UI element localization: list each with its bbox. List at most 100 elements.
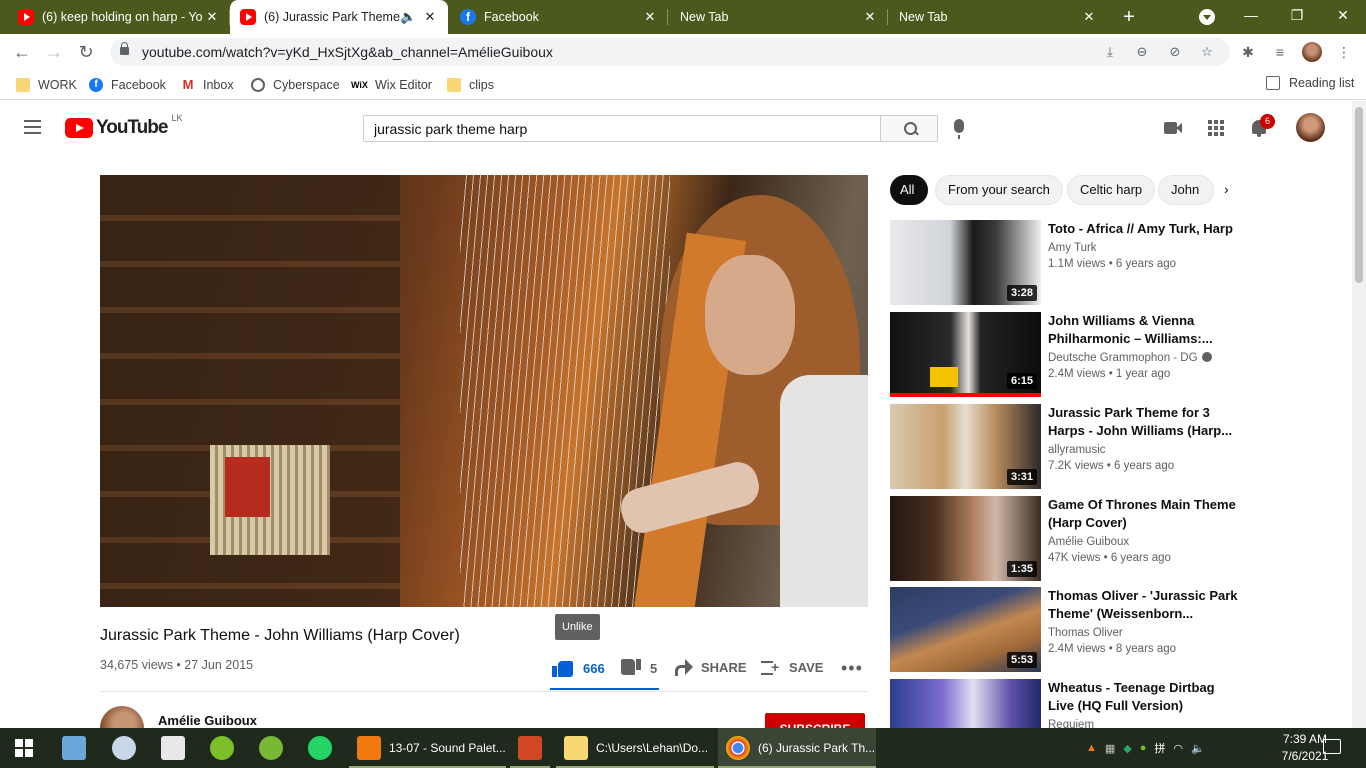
extensions-icon[interactable]: ✱ bbox=[1238, 42, 1258, 62]
video-thumbnail[interactable] bbox=[890, 679, 1041, 728]
video-thumbnail[interactable]: 6:15 bbox=[890, 312, 1041, 397]
tab-close-icon[interactable]: ✕ bbox=[1081, 9, 1097, 25]
related-video[interactable]: 1:35 Game Of Thrones Main Theme (Harp Co… bbox=[890, 496, 1240, 581]
related-channel[interactable]: Amélie Guiboux bbox=[1048, 536, 1129, 548]
related-title[interactable]: Wheatus - Teenage Dirtbag Live (HQ Full … bbox=[1048, 679, 1238, 715]
security-icon[interactable]: ◆ bbox=[1123, 742, 1131, 755]
taskbar-pinned-whatsapp[interactable] bbox=[302, 728, 338, 768]
dislike-button[interactable]: 5 bbox=[621, 659, 657, 677]
related-title[interactable]: Toto - Africa // Amy Turk, Harp bbox=[1048, 220, 1238, 238]
browser-profile-avatar[interactable] bbox=[1302, 42, 1322, 62]
video-thumbnail[interactable]: 1:35 bbox=[890, 496, 1041, 581]
start-button[interactable] bbox=[0, 728, 48, 768]
related-title[interactable]: Game Of Thrones Main Theme (Harp Cover) bbox=[1048, 496, 1238, 532]
chip-john[interactable]: John bbox=[1158, 175, 1214, 205]
youtube-logo[interactable]: YouTube LK bbox=[65, 113, 182, 139]
taskbar-pinned-this-pc[interactable] bbox=[56, 728, 92, 768]
related-title[interactable]: John Williams & Vienna Philharmonic – Wi… bbox=[1048, 312, 1238, 348]
wifi-icon[interactable]: ◠ bbox=[1173, 742, 1183, 755]
search-button[interactable] bbox=[880, 115, 938, 142]
chevron-right-icon[interactable]: › bbox=[1224, 181, 1229, 197]
share-button[interactable]: SHARE bbox=[675, 659, 747, 676]
chip-all[interactable]: All bbox=[890, 175, 928, 205]
like-button[interactable]: 666 bbox=[552, 659, 605, 677]
media-control-icon[interactable]: ≡ bbox=[1270, 42, 1290, 62]
related-video[interactable]: 3:28 Toto - Africa // Amy Turk, Harp Amy… bbox=[890, 220, 1240, 305]
bookmark-star-icon[interactable]: ☆ bbox=[1199, 44, 1215, 60]
taskbar-pinned-utorrent[interactable] bbox=[253, 728, 289, 768]
chip-celtic-harp[interactable]: Celtic harp bbox=[1067, 175, 1156, 205]
tab-close-icon[interactable]: ✕ bbox=[422, 9, 438, 25]
related-title[interactable]: Thomas Oliver - 'Jurassic Park Theme' (W… bbox=[1048, 587, 1238, 623]
reading-list-button[interactable]: Reading list bbox=[1266, 76, 1354, 90]
create-video-icon[interactable] bbox=[1163, 118, 1183, 138]
install-icon[interactable]: ⤓ bbox=[1102, 44, 1118, 60]
tab-facebook[interactable]: f Facebook ✕ bbox=[450, 0, 668, 34]
search-field[interactable] bbox=[363, 115, 881, 142]
input-method-icon[interactable]: 拼 bbox=[1154, 740, 1165, 756]
vlc-tray-icon[interactable]: ▲ bbox=[1086, 742, 1097, 754]
taskbar-pinned-calculator[interactable] bbox=[155, 728, 191, 768]
related-channel[interactable]: Deutsche Grammophon - DG bbox=[1048, 352, 1212, 364]
related-channel[interactable]: Thomas Oliver bbox=[1048, 627, 1123, 639]
back-icon[interactable]: ← bbox=[10, 40, 34, 64]
reload-icon[interactable]: ↻ bbox=[74, 40, 98, 64]
video-thumbnail[interactable]: 5:53 bbox=[890, 587, 1041, 672]
forward-icon[interactable]: → bbox=[42, 40, 66, 64]
save-button[interactable]: SAVE bbox=[761, 659, 823, 675]
more-actions-icon[interactable]: ••• bbox=[841, 658, 863, 679]
restore-icon[interactable]: ❐ bbox=[1274, 0, 1320, 30]
tab-close-icon[interactable]: ✕ bbox=[204, 9, 220, 25]
chip-from-your-search[interactable]: From your search bbox=[935, 175, 1063, 205]
related-channel[interactable]: allyramusic bbox=[1048, 444, 1106, 456]
channel-name[interactable]: Amélie Guiboux bbox=[158, 713, 257, 728]
eye-off-icon[interactable]: ⊘ bbox=[1167, 44, 1183, 60]
taskbar-powerpoint[interactable] bbox=[510, 728, 550, 768]
related-channel[interactable]: Amy Turk bbox=[1048, 242, 1097, 254]
related-video[interactable]: 6:15 John Williams & Vienna Philharmonic… bbox=[890, 312, 1240, 397]
tab-jurassic-park[interactable]: (6) Jurassic Park Theme - 🔈 ✕ bbox=[230, 0, 448, 34]
volume-icon[interactable]: 🔈 bbox=[1191, 742, 1205, 755]
utorrent-tray-icon[interactable]: ● bbox=[1140, 742, 1147, 754]
taskbar-chrome[interactable]: (6) Jurassic Park Th... bbox=[718, 728, 876, 768]
bookmark-inbox[interactable]: M Inbox bbox=[181, 76, 234, 94]
video-player[interactable] bbox=[100, 175, 868, 607]
new-tab-button[interactable]: + bbox=[1118, 6, 1140, 28]
related-title[interactable]: Jurassic Park Theme for 3 Harps - John W… bbox=[1048, 404, 1238, 440]
taskbar-pinned-app-green[interactable] bbox=[204, 728, 240, 768]
browser-menu-icon[interactable]: ⋮ bbox=[1334, 42, 1354, 62]
speaker-icon[interactable]: 🔈 bbox=[400, 9, 416, 25]
tab-new-tab-1[interactable]: New Tab ✕ bbox=[670, 0, 888, 34]
apps-grid-icon[interactable] bbox=[1206, 118, 1226, 138]
video-thumbnail[interactable]: 3:31 bbox=[890, 404, 1041, 489]
taskbar-file-explorer[interactable]: C:\Users\Lehan\Do... bbox=[556, 728, 714, 768]
microphone-icon[interactable] bbox=[954, 119, 964, 139]
bookmark-facebook[interactable]: f Facebook bbox=[89, 76, 166, 94]
action-center-icon[interactable] bbox=[1323, 739, 1341, 754]
page-scrollbar[interactable] bbox=[1352, 101, 1366, 728]
related-video[interactable]: Wheatus - Teenage Dirtbag Live (HQ Full … bbox=[890, 679, 1240, 728]
lock-icon[interactable] bbox=[120, 42, 129, 55]
tab-new-tab-2[interactable]: New Tab ✕ bbox=[889, 0, 1107, 34]
tab-search-icon[interactable] bbox=[1199, 9, 1215, 25]
bookmark-clips[interactable]: clips bbox=[447, 76, 494, 94]
taskbar-pinned-paint[interactable] bbox=[106, 728, 142, 768]
tab-close-icon[interactable]: ✕ bbox=[642, 9, 658, 25]
tab-keep-holding-on[interactable]: (6) keep holding on harp - Yo ✕ bbox=[8, 0, 230, 34]
url-text[interactable]: youtube.com/watch?v=yKd_HxSjtXg&ab_chann… bbox=[142, 44, 553, 60]
tray-app-icon[interactable]: ▦ bbox=[1105, 742, 1115, 755]
address-bar[interactable]: youtube.com/watch?v=yKd_HxSjtXg&ab_chann… bbox=[110, 38, 1230, 66]
search-input[interactable] bbox=[364, 116, 880, 141]
taskbar-vlc[interactable]: 13-07 - Sound Palet... bbox=[349, 728, 506, 768]
related-video[interactable]: 5:53 Thomas Oliver - 'Jurassic Park Them… bbox=[890, 587, 1240, 672]
related-channel[interactable]: Requiem bbox=[1048, 719, 1094, 728]
close-window-icon[interactable]: ✕ bbox=[1320, 0, 1366, 30]
bookmark-wix-editor[interactable]: WiX Wix Editor bbox=[351, 76, 432, 94]
video-thumbnail[interactable]: 3:28 bbox=[890, 220, 1041, 305]
tab-close-icon[interactable]: ✕ bbox=[862, 9, 878, 25]
scrollbar-thumb[interactable] bbox=[1355, 107, 1363, 283]
bookmark-cyberspace[interactable]: Cyberspace bbox=[251, 76, 340, 94]
related-video[interactable]: 3:31 Jurassic Park Theme for 3 Harps - J… bbox=[890, 404, 1240, 489]
zoom-icon[interactable]: ⊖ bbox=[1134, 44, 1150, 60]
hamburger-menu-icon[interactable] bbox=[24, 120, 41, 134]
